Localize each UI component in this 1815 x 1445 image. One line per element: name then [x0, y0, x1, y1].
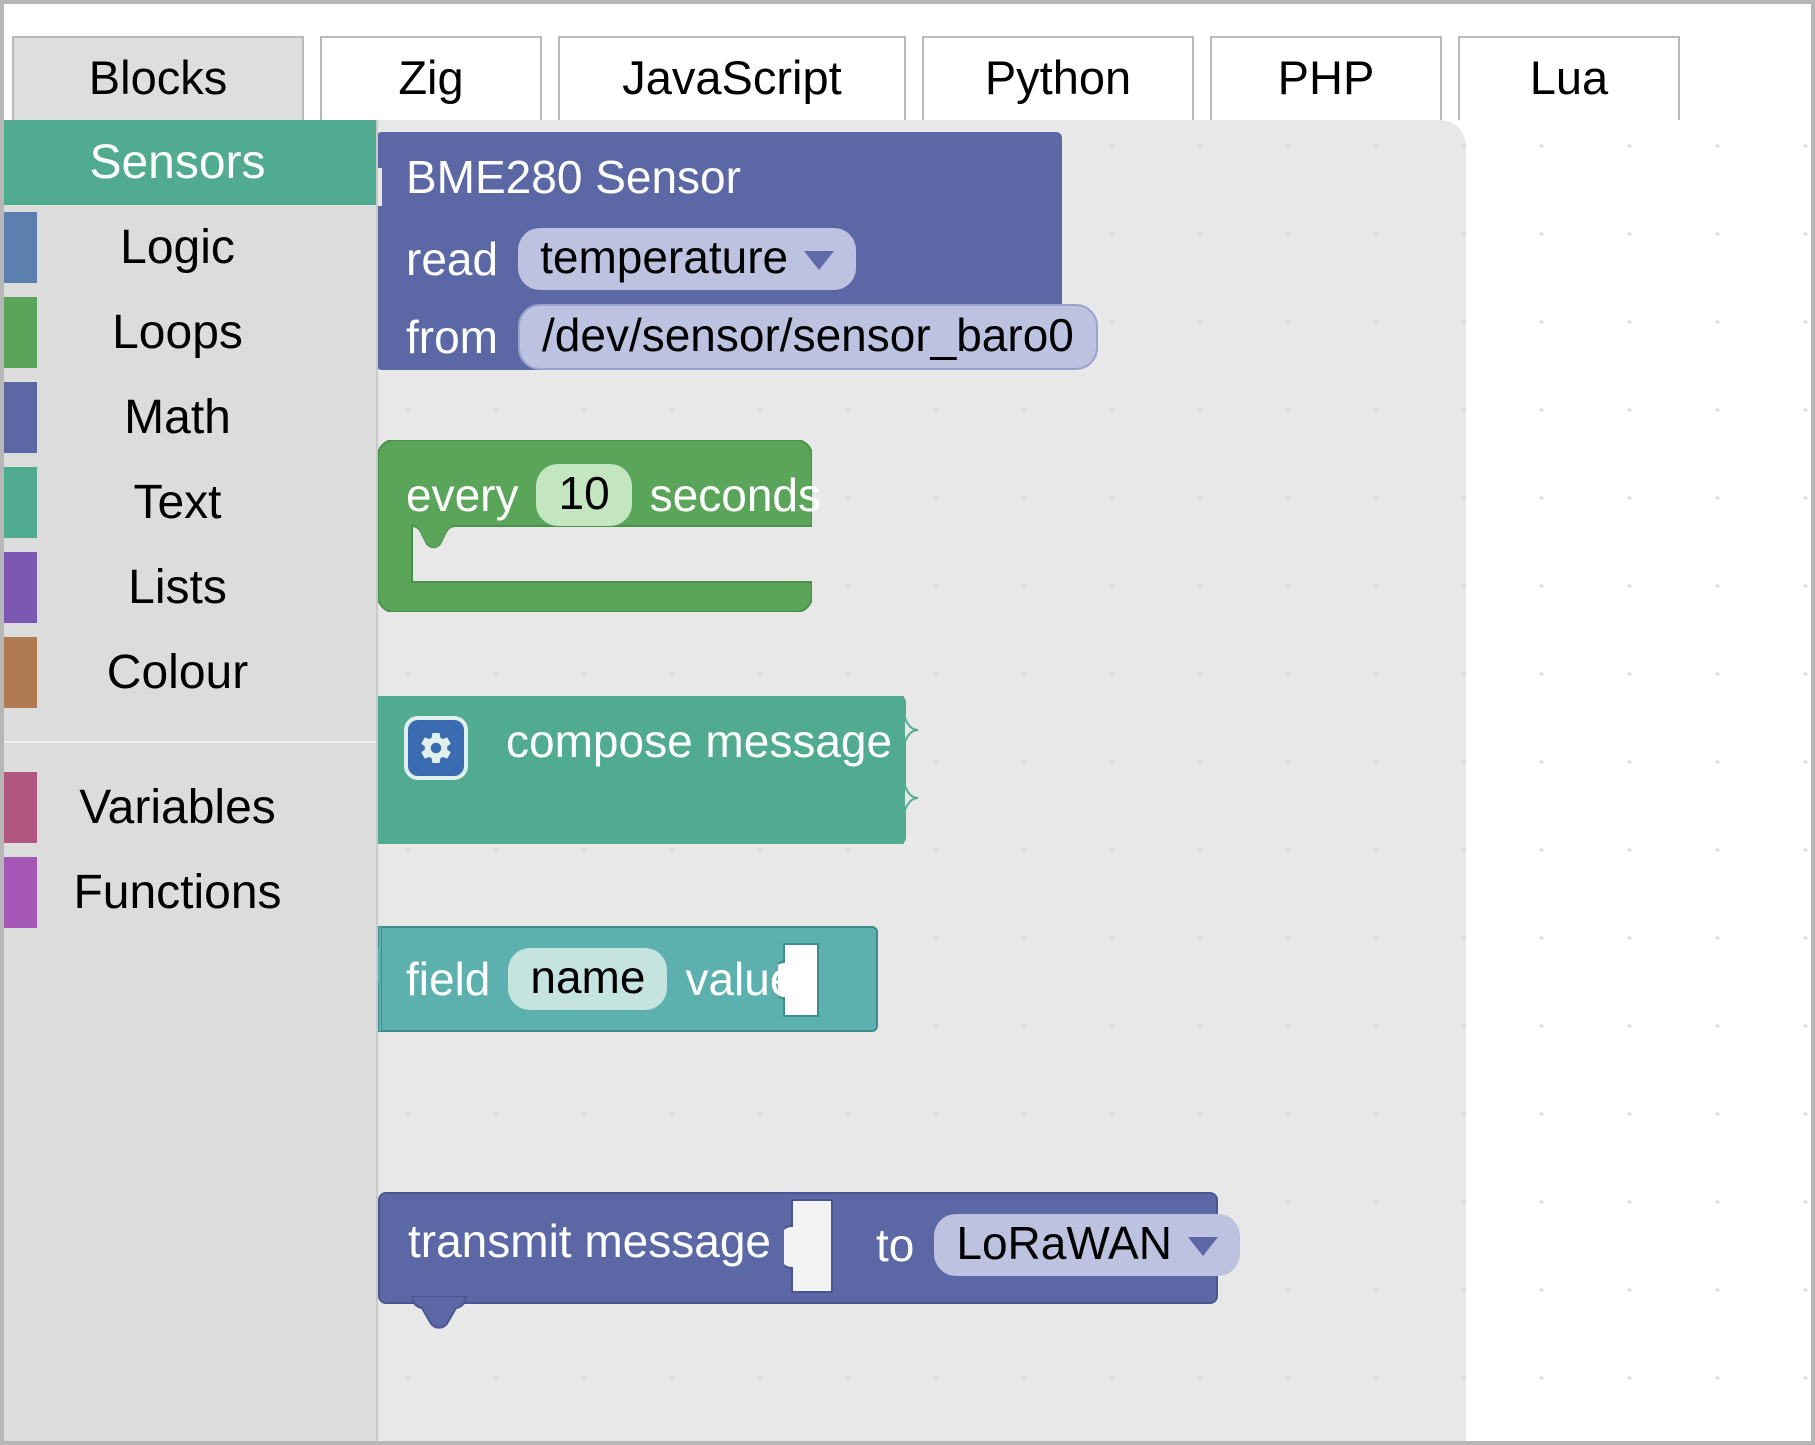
- loop-seconds-label: seconds: [649, 469, 821, 521]
- sensor-read-label: read: [406, 233, 499, 285]
- gear-icon: [421, 733, 451, 763]
- language-tab-bar: Blocks Zig JavaScript Python PHP Lua: [4, 4, 1811, 120]
- sidebar-item-lists[interactable]: Lists: [4, 545, 376, 630]
- sidebar-item-colour[interactable]: Colour: [4, 630, 376, 715]
- category-colour-swatch: [4, 382, 37, 453]
- sidebar-item-label: Text: [133, 475, 222, 529]
- block-bme280-sensor[interactable]: BME280 Sensor read temperature from /dev…: [352, 132, 1098, 370]
- category-colour-swatch: [4, 212, 37, 283]
- tab-zig[interactable]: Zig: [320, 36, 542, 120]
- compose-label: compose message: [506, 715, 893, 767]
- transmit-bottom-notch: [411, 1296, 467, 1329]
- category-colour-swatch: [4, 552, 37, 623]
- transmit-label: transmit message: [408, 1215, 772, 1267]
- category-colour-swatch: [4, 772, 37, 843]
- chevron-down-icon: [1187, 1237, 1218, 1257]
- tab-blocks[interactable]: Blocks: [12, 36, 304, 120]
- compose-right-sockets: [902, 696, 919, 844]
- sensor-from-input[interactable]: /dev/sensor/sensor_baro0: [518, 304, 1098, 370]
- sensor-read-value: temperature: [540, 231, 789, 283]
- sidebar-item-loops[interactable]: Loops: [4, 290, 376, 375]
- workspace-area: BME280 Sensor read temperature from /dev…: [4, 120, 1811, 1441]
- sensor-read-dropdown[interactable]: temperature: [518, 228, 857, 290]
- sidebar-item-logic[interactable]: Logic: [4, 205, 376, 290]
- tab-php[interactable]: PHP: [1210, 36, 1442, 120]
- field-name-input[interactable]: name: [508, 948, 668, 1010]
- field-value-socket[interactable]: [778, 926, 840, 1034]
- compose-mutator-button[interactable]: [404, 716, 468, 780]
- category-colour-swatch: [4, 857, 37, 928]
- sidebar-item-math[interactable]: Math: [4, 375, 376, 460]
- category-colour-swatch: [4, 297, 37, 368]
- loop-label-row: every 10 seconds: [406, 464, 821, 526]
- toolbox-divider: [4, 741, 376, 743]
- sensor-block-title: BME280 Sensor: [406, 151, 741, 203]
- sidebar-item-label: Math: [124, 390, 231, 444]
- sidebar-item-text[interactable]: Text: [4, 460, 376, 545]
- block-transmit-message[interactable]: transmit message to LoRaWAN: [378, 1192, 1240, 1329]
- category-colour-swatch: [4, 637, 37, 708]
- block-field-name-value[interactable]: field name value: [363, 926, 878, 1034]
- tab-lua[interactable]: Lua: [1458, 36, 1680, 120]
- sidebar-item-label: Variables: [79, 780, 276, 834]
- toolbox-sidebar[interactable]: Sensors Logic Loops Math Text Lists Colo…: [4, 120, 378, 1441]
- blockly-editor-window: Blocks Zig JavaScript Python PHP Lua BME…: [0, 0, 1815, 1445]
- transmit-target-dropdown[interactable]: LoRaWAN: [934, 1214, 1240, 1276]
- block-every-seconds[interactable]: every 10 seconds: [378, 440, 821, 612]
- sidebar-item-label: Sensors: [89, 135, 266, 189]
- sidebar-item-label: Functions: [73, 865, 282, 919]
- block-compose-message[interactable]: compose message: [362, 696, 919, 844]
- tab-python[interactable]: Python: [922, 36, 1194, 120]
- sidebar-item-label: Lists: [128, 560, 227, 614]
- sidebar-item-label: Loops: [112, 305, 243, 359]
- loop-interval-input[interactable]: 10: [536, 464, 632, 526]
- loop-every-label: every: [406, 469, 519, 521]
- category-colour-swatch: [4, 467, 37, 538]
- transmit-to-label: to: [876, 1219, 915, 1271]
- sidebar-item-functions[interactable]: Functions: [4, 850, 376, 935]
- transmit-target-value: LoRaWAN: [956, 1217, 1172, 1269]
- sidebar-item-variables[interactable]: Variables: [4, 765, 376, 850]
- transmit-message-socket[interactable]: [784, 1180, 854, 1310]
- sidebar-item-sensors[interactable]: Sensors: [4, 120, 376, 205]
- sidebar-item-label: Logic: [120, 220, 235, 274]
- tab-javascript[interactable]: JavaScript: [558, 36, 906, 120]
- field-label: field: [406, 953, 491, 1005]
- chevron-down-icon: [804, 251, 835, 271]
- sidebar-item-label: Colour: [106, 645, 249, 699]
- sensor-from-label: from: [406, 311, 498, 363]
